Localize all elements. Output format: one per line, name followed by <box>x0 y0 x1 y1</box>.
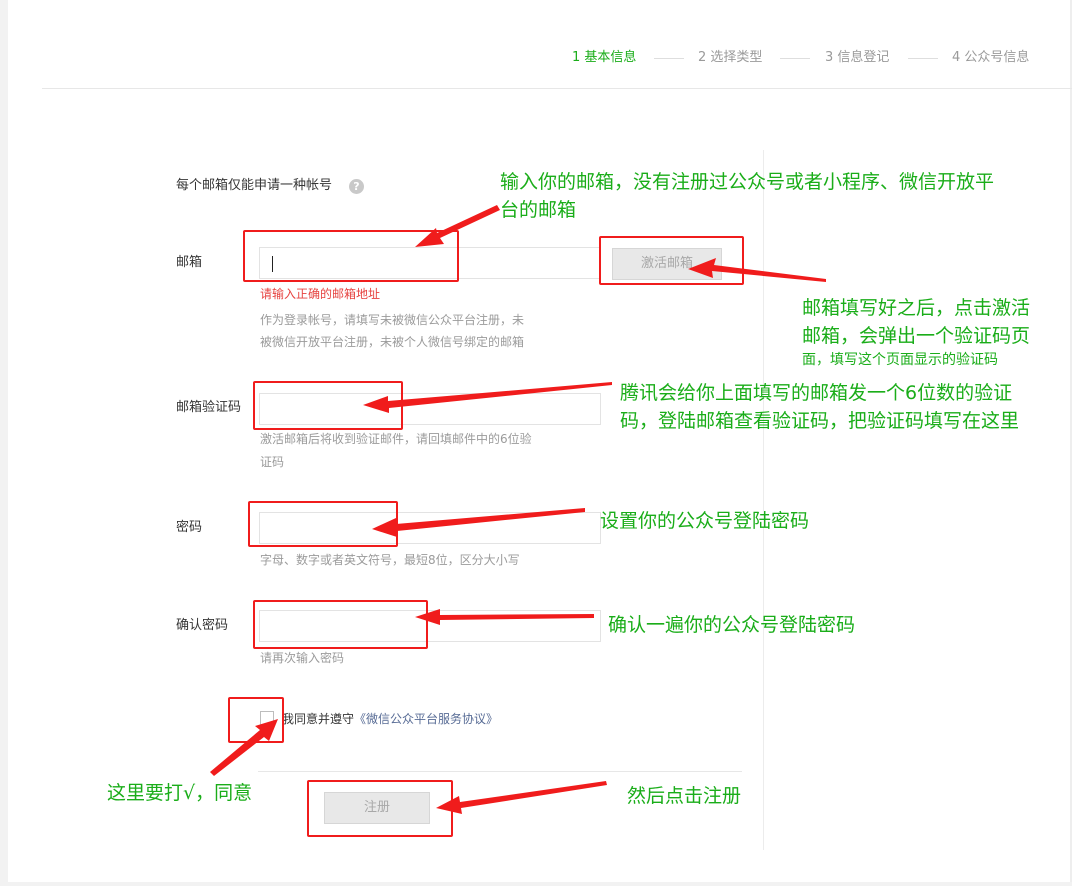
annotation-code-line1: 腾讯会给你上面填写的邮箱发一个6位数的验证 <box>620 382 1013 404</box>
arrow-to-register <box>436 781 607 814</box>
arrow-to-code <box>363 382 612 413</box>
annotation-confirm: 确认一遍你的公众号登陆密码 <box>608 614 856 636</box>
annotation-activate-line3: 面，填写这个页面显示的验证码 <box>802 352 998 368</box>
annotation-email: 输入你的邮箱，没有注册过公众号或者小程序、微信开放平 台的邮箱 <box>500 168 994 224</box>
annotation-code-line2: 码，登陆邮箱查看验证码，把验证码填写在这里 <box>620 410 1020 432</box>
annotation-activate: 邮箱填写好之后，点击激活 邮箱，会弹出一个验证码页 面，填写这个页面显示的验证码 <box>802 294 1030 370</box>
annotation-agree: 这里要打√，同意 <box>107 782 253 804</box>
arrow-to-password <box>372 508 585 537</box>
annotation-email-line2: 台的邮箱 <box>500 199 577 221</box>
annotation-activate-line1: 邮箱填写好之后，点击激活 <box>802 297 1031 319</box>
arrow-to-activate <box>688 258 826 282</box>
annotation-activate-line2: 邮箱，会弹出一个验证码页 <box>802 325 1031 347</box>
arrow-to-email <box>415 205 500 247</box>
annotation-password: 设置你的公众号登陆密码 <box>600 510 810 532</box>
annotation-arrows <box>210 205 826 814</box>
arrow-to-checkbox <box>210 719 278 776</box>
annotation-register: 然后点击注册 <box>627 785 742 807</box>
annotation-code: 腾讯会给你上面填写的邮箱发一个6位数的验证 码，登陆邮箱查看验证码，把验证码填写… <box>620 379 1019 435</box>
annotation-email-line1: 输入你的邮箱，没有注册过公众号或者小程序、微信开放平 <box>500 171 995 193</box>
arrow-to-confirm <box>415 609 594 625</box>
